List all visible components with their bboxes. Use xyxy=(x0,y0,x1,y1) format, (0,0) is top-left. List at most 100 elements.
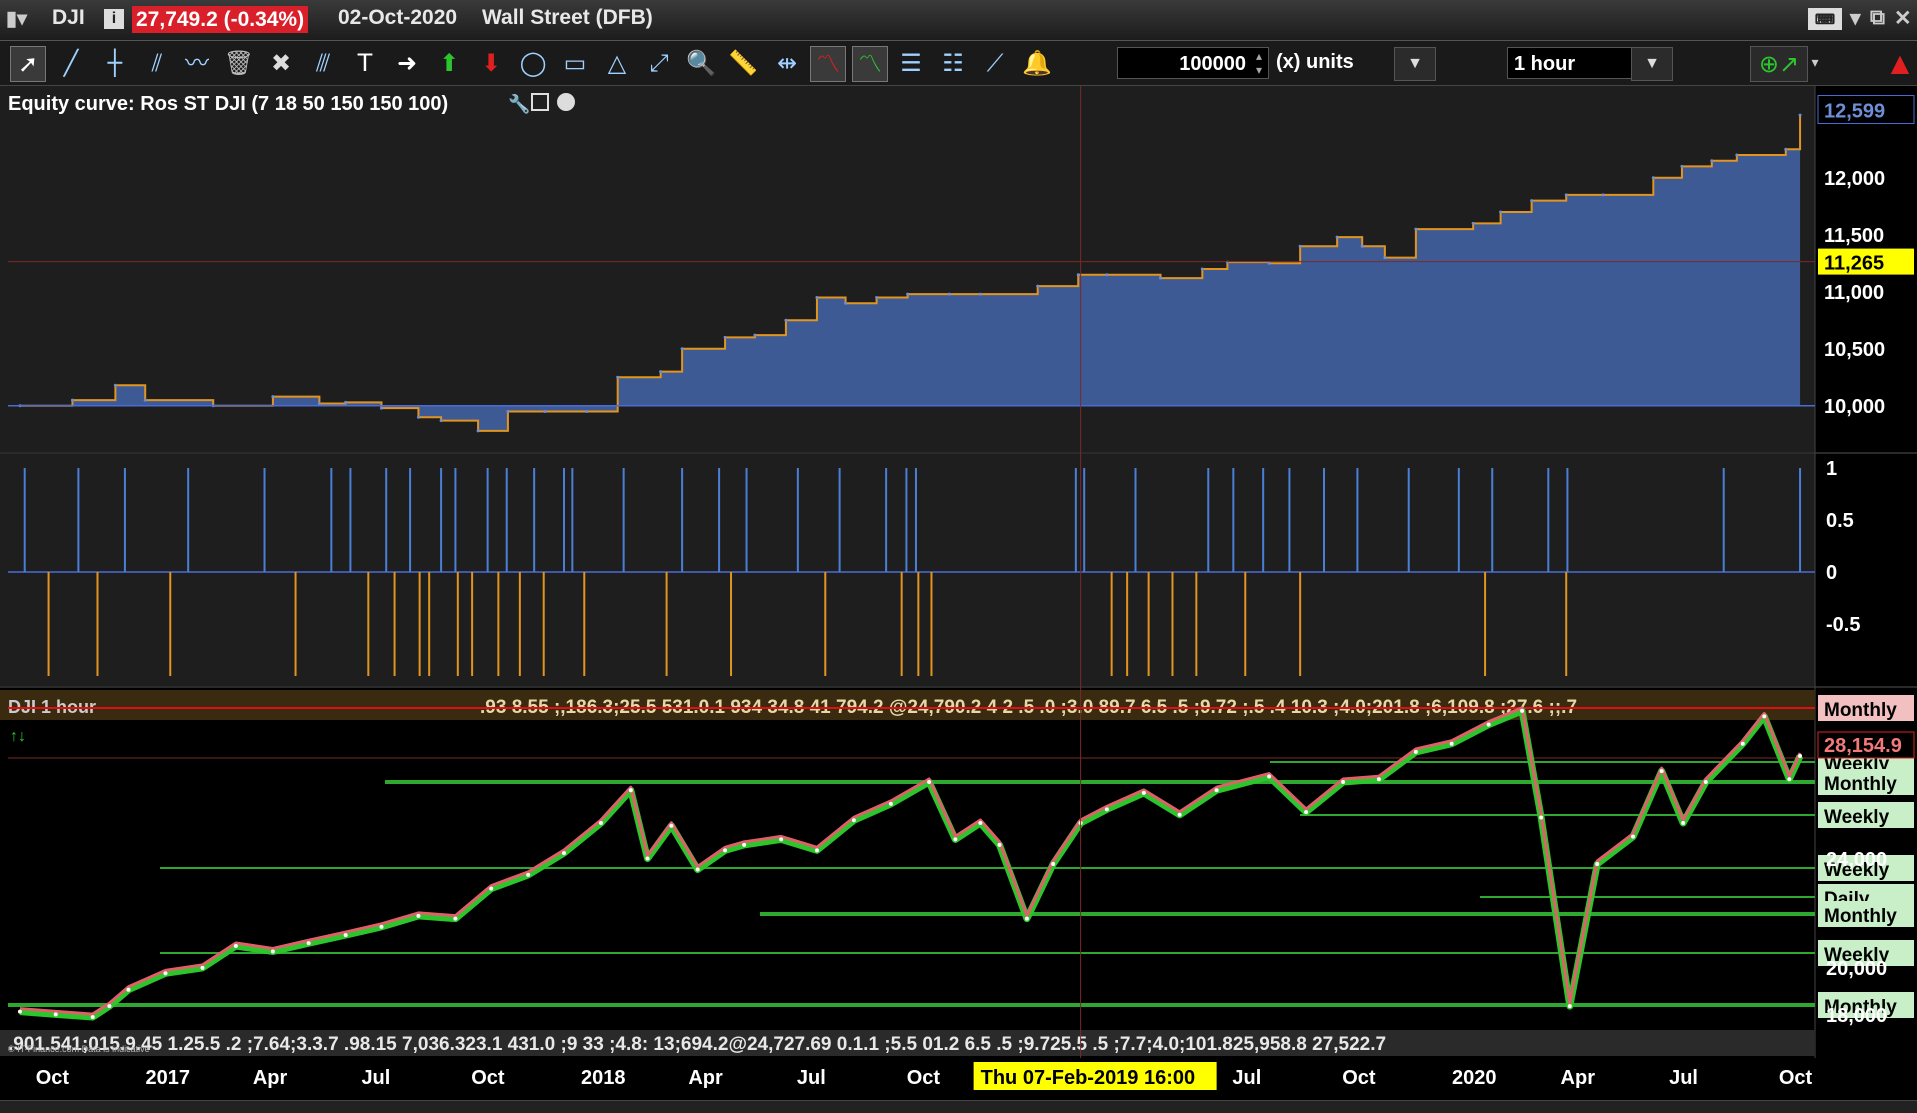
time-axis-label: Oct xyxy=(36,1067,70,1089)
time-axis-label: 2018 xyxy=(581,1067,626,1089)
equity-point xyxy=(1383,256,1387,260)
signal-axis-tick-label: -0.5 xyxy=(1826,614,1860,636)
price-point xyxy=(1267,774,1272,779)
price-point xyxy=(416,913,421,918)
equity-point xyxy=(659,370,663,374)
price-point xyxy=(1304,810,1309,815)
bottom-readout: .901.541;015.9.45 1.25.5 .2 ;7.64;3.3.7 … xyxy=(8,1034,1386,1055)
level-label: Monthly xyxy=(1824,774,1897,795)
price-point xyxy=(126,987,131,992)
equity-point xyxy=(1735,153,1739,157)
crosshair-time-label: Thu 07-Feb-2019 16:00 xyxy=(981,1067,1196,1089)
horizontal-scrollbar[interactable] xyxy=(0,1100,1917,1113)
price-point xyxy=(1798,754,1803,759)
time-axis-bg xyxy=(0,1058,1917,1100)
equity-point xyxy=(1499,210,1503,214)
equity-point xyxy=(1105,273,1109,277)
equity-point xyxy=(1471,221,1475,225)
equity-point xyxy=(317,402,321,406)
price-point xyxy=(723,848,728,853)
price-point xyxy=(1104,807,1109,812)
equity-point xyxy=(815,296,819,299)
price-point xyxy=(1413,749,1418,754)
equity-point xyxy=(875,296,879,299)
equity-point xyxy=(1601,193,1605,197)
equity-point xyxy=(1200,267,1204,271)
equity-point xyxy=(1651,176,1655,180)
equity-axis-tick-label: 11,000 xyxy=(1824,282,1884,304)
equity-point xyxy=(379,406,383,410)
time-axis-label: Jul xyxy=(1669,1067,1698,1089)
time-axis-label: Oct xyxy=(1779,1067,1813,1089)
wrench-icon: 🔧 xyxy=(508,93,530,114)
signal-panel-bg xyxy=(0,454,1917,686)
equity-point xyxy=(1159,276,1163,280)
price-point xyxy=(17,1009,22,1014)
price-point xyxy=(1376,777,1381,782)
price-point xyxy=(779,837,784,842)
price-axis-tick-label: 18,000 xyxy=(1826,1005,1887,1027)
price-point xyxy=(1051,862,1056,866)
equity-point xyxy=(1414,227,1418,231)
price-point xyxy=(1567,1004,1572,1009)
equity-axis-tick-label: 11,500 xyxy=(1824,225,1884,247)
equity-point xyxy=(1784,147,1788,151)
price-point xyxy=(1681,821,1686,825)
price-point xyxy=(1595,862,1600,866)
equity-point xyxy=(1036,284,1040,288)
equity-point xyxy=(416,415,420,419)
price-point xyxy=(645,856,650,861)
source-note: © IT-Finance.com Data is indicative xyxy=(8,1044,150,1054)
equity-point xyxy=(70,398,74,402)
equity-point xyxy=(1298,244,1302,248)
equity-point xyxy=(978,292,982,296)
equity-point xyxy=(947,292,951,296)
equity-point xyxy=(439,419,443,423)
equity-point xyxy=(1530,199,1534,203)
price-point xyxy=(695,867,700,872)
equity-point xyxy=(1335,235,1339,239)
price-axis-tick-label: 20,000 xyxy=(1826,958,1887,980)
level-label: Weekly xyxy=(1824,807,1890,828)
equity-point xyxy=(784,318,788,322)
price-point xyxy=(1486,722,1491,727)
equity-point xyxy=(616,375,620,379)
time-axis-label: Apr xyxy=(688,1067,723,1089)
time-axis-label: Oct xyxy=(1342,1067,1376,1089)
equity-point xyxy=(680,347,684,351)
price-point xyxy=(978,821,983,825)
equity-point xyxy=(506,410,510,413)
equity-axis-tick-label: 12,000 xyxy=(1824,168,1885,190)
price-point xyxy=(1762,714,1767,719)
current-price-label: 28,154.9 xyxy=(1824,735,1902,757)
equity-point xyxy=(271,395,275,399)
price-point xyxy=(163,971,168,976)
chart-canvas[interactable]: 10,000 10,500 11,000 11,500 12,000 12,599 11,2… xyxy=(0,0,1917,1112)
price-point xyxy=(814,848,819,853)
time-axis-label: Jul xyxy=(361,1067,390,1089)
close-panel-icon[interactable] xyxy=(557,93,575,111)
equity-point xyxy=(844,301,848,305)
price-point xyxy=(598,821,603,825)
price-point xyxy=(1787,777,1792,782)
price-point xyxy=(53,1012,58,1017)
equity-point xyxy=(1710,159,1714,163)
price-point xyxy=(90,1015,95,1020)
price-point xyxy=(1539,815,1544,820)
price-panel-bg xyxy=(0,688,1917,1058)
equity-point xyxy=(476,429,480,433)
equity-point xyxy=(753,333,757,337)
equity-point xyxy=(1680,164,1684,168)
price-point xyxy=(953,837,958,842)
price-point xyxy=(1214,788,1219,793)
time-axis-label: 2017 xyxy=(145,1067,190,1089)
equity-point xyxy=(543,410,547,413)
price-point xyxy=(453,916,458,921)
equity-point xyxy=(1267,261,1271,265)
price-point xyxy=(628,788,633,793)
equity-point xyxy=(1564,193,1568,197)
price-point xyxy=(1449,741,1454,746)
time-axis-label: Jul xyxy=(1232,1067,1261,1089)
price-point xyxy=(888,801,893,806)
crosshair-value-label: 11,265 xyxy=(1824,253,1884,275)
